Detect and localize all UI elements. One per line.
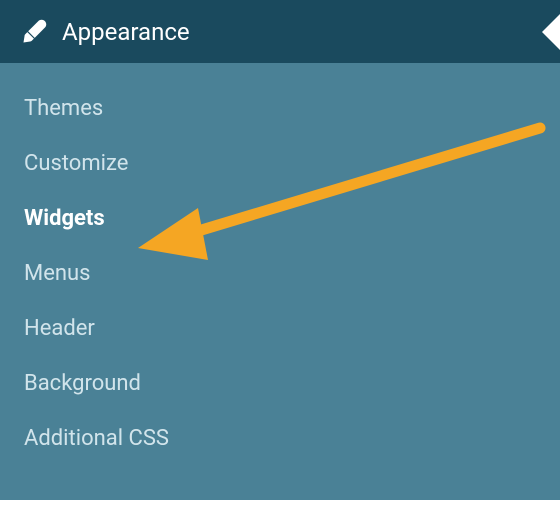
submenu-item-label: Menus: [24, 261, 91, 286]
submenu-item-background[interactable]: Background: [0, 356, 560, 411]
submenu-item-label: Themes: [24, 96, 103, 121]
submenu-item-label: Background: [24, 371, 141, 396]
appearance-menu-label: Appearance: [62, 18, 190, 46]
appearance-submenu: Themes Customize Widgets Menus Header Ba…: [0, 63, 560, 476]
active-pointer-icon: [542, 14, 560, 50]
paintbrush-icon: [20, 18, 48, 46]
submenu-item-additional-css[interactable]: Additional CSS: [0, 411, 560, 466]
submenu-item-label: Additional CSS: [24, 426, 169, 451]
submenu-item-themes[interactable]: Themes: [0, 81, 560, 136]
submenu-item-label: Widgets: [24, 206, 105, 231]
submenu-item-customize[interactable]: Customize: [0, 136, 560, 191]
appearance-menu-header[interactable]: Appearance: [0, 0, 560, 63]
submenu-item-menus[interactable]: Menus: [0, 246, 560, 301]
bottom-edge: [0, 500, 560, 508]
submenu-item-label: Customize: [24, 151, 128, 176]
appearance-sidebar: Appearance Themes Customize Widgets Menu…: [0, 0, 560, 508]
submenu-item-widgets[interactable]: Widgets: [0, 191, 560, 246]
submenu-item-label: Header: [24, 316, 95, 341]
submenu-item-header[interactable]: Header: [0, 301, 560, 356]
